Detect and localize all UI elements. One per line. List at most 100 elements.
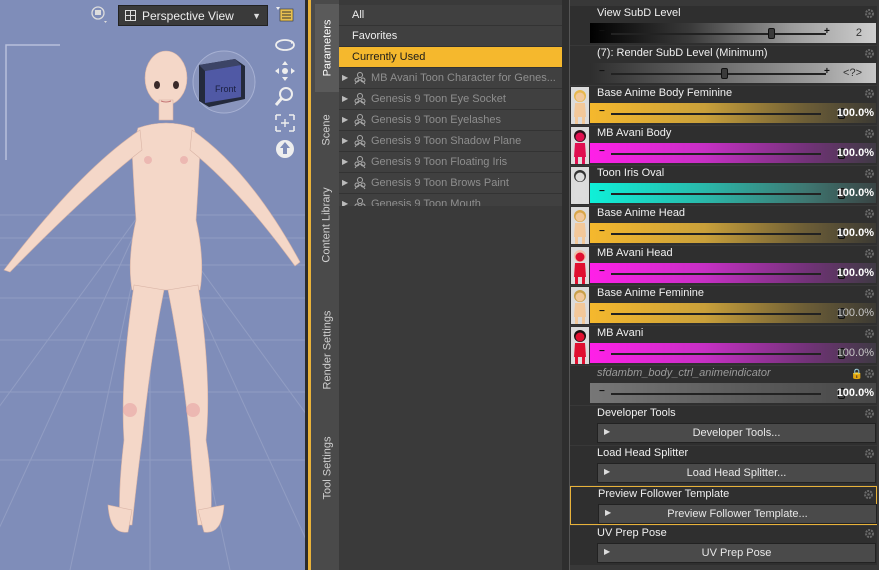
parameter-row: Load Head Splitter ▶ Load Head Splitter... <box>570 446 877 485</box>
tab-content-library[interactable]: Content Library <box>315 170 339 280</box>
camera-select[interactable]: Perspective View ▼ <box>118 5 268 26</box>
pan-icon[interactable] <box>273 60 297 82</box>
gear-icon[interactable] <box>864 368 875 379</box>
head-thumb <box>571 207 589 244</box>
parameter-value[interactable]: 100.0% <box>837 307 874 319</box>
gear-icon[interactable] <box>864 408 875 419</box>
gear-icon[interactable] <box>864 528 875 539</box>
category-favorites[interactable]: Favorites <box>339 26 562 47</box>
tab-tool-settings[interactable]: Tool Settings <box>315 420 339 515</box>
expand-arrow-icon[interactable]: ▶ <box>342 152 350 172</box>
gear-icon[interactable] <box>863 489 874 500</box>
tab-scene-label: Scene <box>321 114 334 146</box>
gear-icon[interactable] <box>864 448 875 459</box>
gear-icon[interactable] <box>864 208 875 219</box>
viewport-scene <box>0 44 305 570</box>
decrement-button[interactable]: − <box>599 146 605 157</box>
parameter-action-button[interactable]: ▶ Developer Tools... <box>597 423 876 443</box>
parameter-name: Base Anime Feminine <box>597 287 704 299</box>
gear-icon[interactable] <box>864 128 875 139</box>
expand-arrow-icon[interactable]: ▶ <box>342 89 350 109</box>
decrement-button[interactable]: − <box>599 266 605 277</box>
body-thumb <box>571 87 589 124</box>
tab-parameters[interactable]: Parameters <box>315 4 339 92</box>
decrement-button[interactable]: − <box>599 346 605 357</box>
decrement-button[interactable]: − <box>599 106 605 117</box>
figure-icon <box>354 93 366 106</box>
view-cube[interactable]: Front <box>191 49 257 115</box>
parameter-value[interactable]: 2 <box>856 27 862 39</box>
lock-icon[interactable]: 🔒 <box>851 369 863 380</box>
gear-icon[interactable] <box>864 288 875 299</box>
parameter-value[interactable]: 100.0% <box>837 187 874 199</box>
frame-icon[interactable] <box>273 112 297 134</box>
camera-icon[interactable] <box>90 4 108 24</box>
figure-node-item[interactable]: ▶ Genesis 9 Toon Brows Paint <box>339 173 562 194</box>
decrement-button[interactable]: − <box>599 226 605 237</box>
parameter-action-button[interactable]: ▶ Preview Follower Template... <box>598 504 877 524</box>
parameter-slider[interactable]: −+100.0% <box>590 263 876 283</box>
parameter-slider[interactable]: −+100.0% <box>590 143 876 163</box>
decrement-button[interactable]: − <box>599 386 605 397</box>
gear-icon[interactable] <box>864 48 875 59</box>
gear-icon[interactable] <box>864 248 875 259</box>
parameter-value[interactable]: 100.0% <box>837 387 874 399</box>
expand-arrow-icon[interactable]: ▶ <box>342 173 350 193</box>
tab-scene[interactable]: Scene <box>315 100 339 160</box>
gear-icon[interactable] <box>864 8 875 19</box>
decrement-button[interactable]: − <box>599 66 605 77</box>
slider-knob[interactable] <box>768 28 775 39</box>
figure-icon <box>354 177 366 190</box>
expand-arrow-icon[interactable]: ▶ <box>342 68 350 88</box>
parameters-list: View SubD Level − +2 (7): Render SubD Level… <box>570 0 879 570</box>
parameter-slider[interactable]: −+100.0% <box>590 223 876 243</box>
figure-node-label: Genesis 9 Toon Shadow Plane <box>371 135 522 147</box>
figure-node-item[interactable]: ▶ Genesis 9 Toon Floating Iris <box>339 152 562 173</box>
parameter-action-button[interactable]: ▶ UV Prep Pose <box>597 543 876 563</box>
parameter-slider[interactable]: −+100.0% <box>590 383 876 403</box>
parameter-value[interactable]: 100.0% <box>837 347 874 359</box>
parameter-name: Load Head Splitter <box>597 447 689 459</box>
parameter-action-button[interactable]: ▶ Load Head Splitter... <box>597 463 876 483</box>
parameter-value[interactable]: <?> <box>843 67 862 79</box>
active-pane-accent <box>308 0 311 570</box>
gear-icon[interactable] <box>864 88 875 99</box>
parameter-value[interactable]: 100.0% <box>837 147 874 159</box>
gear-icon[interactable] <box>864 168 875 179</box>
parameter-slider[interactable]: −+100.0% <box>590 303 876 323</box>
figure-node-item[interactable]: ▶ Genesis 9 Toon Eyelashes <box>339 110 562 131</box>
parameter-slider[interactable]: −+100.0% <box>590 183 876 203</box>
gear-icon[interactable] <box>864 328 875 339</box>
figure-node-item[interactable]: ▶ Genesis 9 Toon Eye Socket <box>339 89 562 110</box>
pane-splitter[interactable] <box>562 0 570 570</box>
viewport-options-icon[interactable] <box>276 7 294 23</box>
category-currently-used[interactable]: Currently Used <box>339 47 562 68</box>
expand-arrow-icon[interactable]: ▶ <box>342 110 350 130</box>
orbit-icon[interactable] <box>273 34 297 56</box>
parameter-slider[interactable]: −+100.0% <box>590 103 876 123</box>
decrement-button[interactable]: − <box>599 306 605 317</box>
chevron-down-icon: ▼ <box>252 10 261 21</box>
expand-arrow-icon[interactable]: ▶ <box>342 131 350 151</box>
decrement-button[interactable]: − <box>599 26 605 37</box>
parameter-value[interactable]: 100.0% <box>837 267 874 279</box>
reset-view-icon[interactable] <box>273 138 297 160</box>
3d-viewport[interactable]: Perspective View ▼ Front <box>0 0 305 570</box>
figure-node-item[interactable]: ▶ MB Avani Toon Character for Genes... <box>339 68 562 89</box>
slider-knob[interactable] <box>721 68 728 79</box>
parameter-slider[interactable]: −+100.0% <box>590 343 876 363</box>
node-list: ▶ MB Avani Toon Character for Genes... ▶ Ge… <box>339 68 562 215</box>
increment-button[interactable]: + <box>824 66 830 77</box>
decrement-button[interactable]: − <box>599 186 605 197</box>
parameter-value[interactable]: 100.0% <box>837 107 874 119</box>
action-button-label: Load Head Splitter... <box>686 467 787 479</box>
parameter-value[interactable]: 100.0% <box>837 227 874 239</box>
figure-node-item[interactable]: ▶ Genesis 9 Toon Shadow Plane <box>339 131 562 152</box>
zoom-icon[interactable] <box>273 86 297 108</box>
increment-button[interactable]: + <box>824 26 830 37</box>
tab-render-settings[interactable]: Render Settings <box>315 292 339 407</box>
parameter-slider[interactable]: − +2 <box>590 23 876 43</box>
list-empty-area <box>339 206 562 570</box>
parameter-slider[interactable]: − + <?> <box>590 63 876 83</box>
category-all[interactable]: All <box>339 5 562 26</box>
